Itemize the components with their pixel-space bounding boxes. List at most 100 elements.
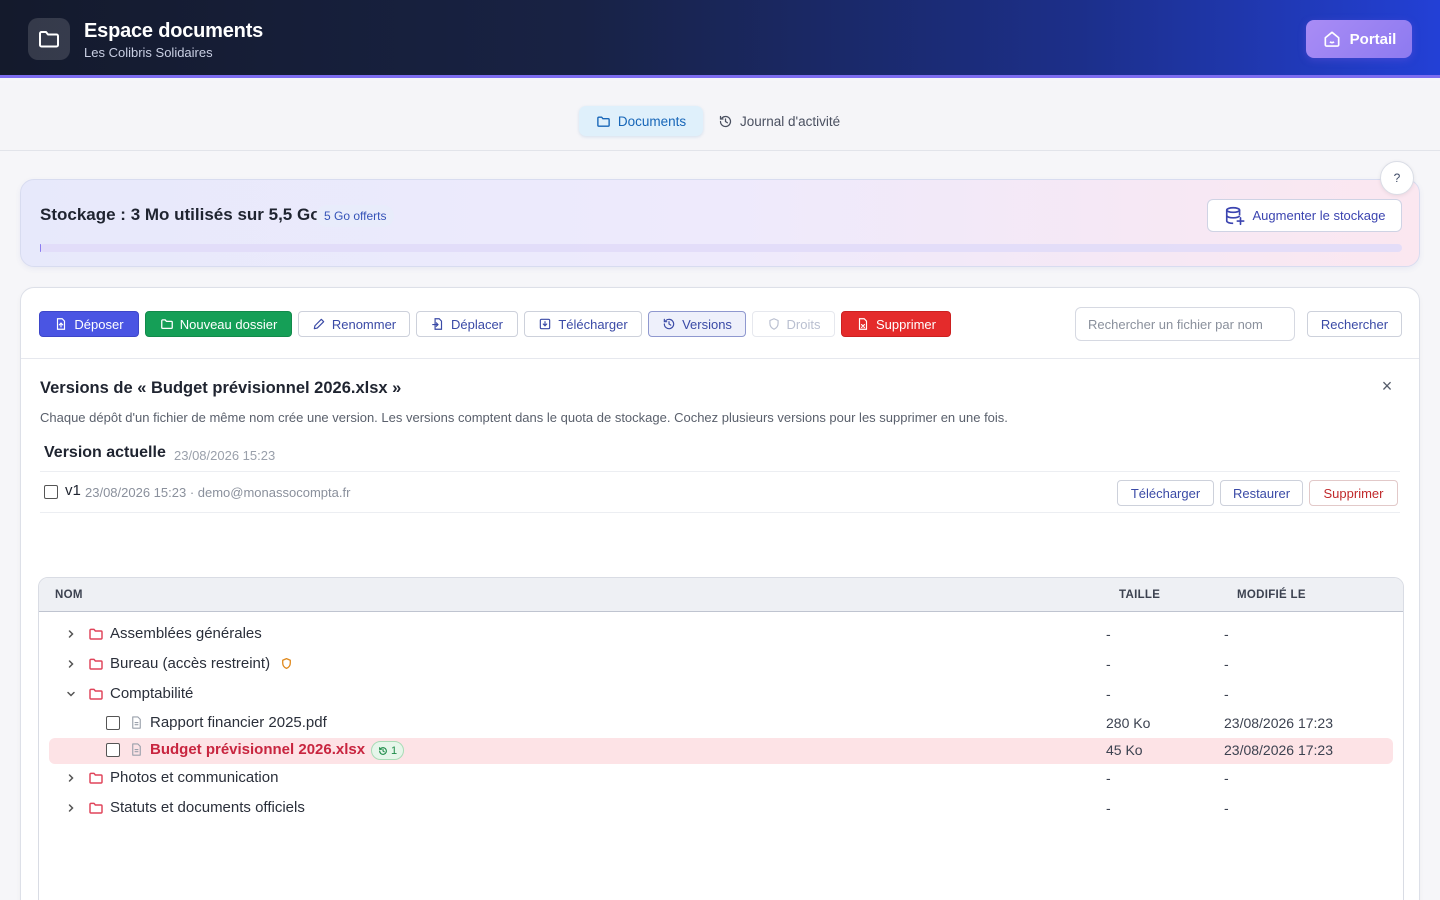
column-modified-header[interactable]: MODIFIÉ LE xyxy=(1237,589,1306,601)
folder-name[interactable]: Bureau (accès restreint) xyxy=(110,655,270,672)
search-button[interactable]: Rechercher xyxy=(1307,311,1402,337)
tab-documents-label: Documents xyxy=(617,113,687,129)
size-cell: 45 Ko xyxy=(1106,742,1143,758)
file-name[interactable]: Rapport financier 2025.pdf xyxy=(150,714,327,731)
file-checkbox[interactable] xyxy=(106,716,120,730)
table-row[interactable]: Photos et communication - - xyxy=(49,766,1393,792)
move-file-icon xyxy=(432,318,443,330)
storage-card: Stockage : 3 Mo utilisés sur 5,5 Go 5 Go… xyxy=(20,179,1420,267)
history-icon xyxy=(719,115,732,127)
modified-cell: - xyxy=(1224,656,1229,672)
size-cell: - xyxy=(1106,770,1111,786)
version-count-badge[interactable]: 1 xyxy=(371,741,405,760)
size-cell: - xyxy=(1106,800,1111,816)
file-icon xyxy=(132,743,141,756)
folder-icon xyxy=(28,18,70,60)
modified-cell: - xyxy=(1224,800,1229,816)
help-button[interactable]: ? xyxy=(1380,161,1414,195)
file-icon xyxy=(132,716,141,729)
version-meta: 23/08/2026 15:23 · demo@monassocompta.fr xyxy=(85,485,351,500)
table-header: NOM TAILLE MODIFIÉ LE xyxy=(39,578,1403,612)
table-row-selected[interactable]: Budget prévisionnel 2026.xlsx 1 45 Ko 23… xyxy=(49,738,1393,764)
database-plus-icon xyxy=(1225,206,1245,225)
tab-documents[interactable]: Documents xyxy=(579,106,703,136)
size-cell: - xyxy=(1106,626,1111,642)
move-button[interactable]: Déplacer xyxy=(416,311,518,337)
version-restore-button[interactable]: Restaurer xyxy=(1220,480,1303,506)
versions-button[interactable]: Versions xyxy=(648,311,746,337)
version-delete-button[interactable]: Supprimer xyxy=(1309,480,1398,506)
toolbar: Déposer Nouveau dossier Renommer Déplace… xyxy=(21,288,1419,359)
current-version-date: 23/08/2026 15:23 xyxy=(174,448,276,463)
folder-icon xyxy=(89,772,103,784)
permissions-label: Droits xyxy=(786,316,821,332)
storage-progress-bar xyxy=(40,244,1402,252)
folder-icon xyxy=(89,628,103,640)
table-row[interactable]: Assemblées générales - - xyxy=(49,622,1393,648)
delete-file-icon xyxy=(858,318,868,330)
modified-cell: - xyxy=(1224,770,1229,786)
file-checkbox[interactable] xyxy=(106,743,120,757)
history-icon xyxy=(663,318,675,330)
current-version-label: Version actuelle xyxy=(44,444,166,461)
size-cell: - xyxy=(1106,656,1111,672)
upload-label: Déposer xyxy=(74,316,124,332)
column-size-header[interactable]: TAILLE xyxy=(1119,589,1160,601)
file-table: NOM TAILLE MODIFIÉ LE Assemblées général… xyxy=(38,577,1404,900)
restricted-shield-icon xyxy=(282,657,291,670)
versions-description: Chaque dépôt d'un fichier de même nom cr… xyxy=(40,410,1008,425)
download-label: Télécharger xyxy=(558,316,628,332)
portal-label: Portail xyxy=(1349,30,1397,48)
delete-label: Supprimer xyxy=(876,316,936,332)
size-cell: 280 Ko xyxy=(1106,715,1151,731)
version-checkbox[interactable] xyxy=(44,485,58,499)
rename-button[interactable]: Renommer xyxy=(298,311,410,337)
app-title: Espace documents xyxy=(84,20,264,42)
modified-cell: - xyxy=(1224,686,1229,702)
modified-cell: - xyxy=(1224,626,1229,642)
folder-icon xyxy=(597,115,610,127)
version-download-button[interactable]: Télécharger xyxy=(1117,480,1214,506)
table-row[interactable]: Statuts et documents officiels - - xyxy=(49,796,1393,822)
chevron-right-icon[interactable] xyxy=(64,657,78,671)
folder-name[interactable]: Photos et communication xyxy=(110,769,278,786)
folder-plus-icon xyxy=(160,319,173,330)
download-button[interactable]: Télécharger xyxy=(524,311,642,337)
move-label: Déplacer xyxy=(450,316,504,332)
close-versions-button[interactable]: × xyxy=(1377,376,1397,396)
home-icon xyxy=(1324,31,1340,47)
rename-label: Renommer xyxy=(331,316,397,332)
chevron-right-icon[interactable] xyxy=(64,627,78,641)
pencil-icon xyxy=(313,318,325,330)
version-number: v1 xyxy=(65,482,81,499)
tab-bar: Documents Journal d'activité xyxy=(0,81,1440,151)
history-icon xyxy=(379,746,387,755)
organization-name: Les Colibris Solidaires xyxy=(84,45,213,60)
folder-name[interactable]: Assemblées générales xyxy=(110,625,262,642)
modified-cell: 23/08/2026 17:23 xyxy=(1224,742,1333,758)
tab-activity-log-label: Journal d'activité xyxy=(740,113,841,129)
upload-button[interactable]: Déposer xyxy=(39,311,139,337)
folder-name[interactable]: Comptabilité xyxy=(110,685,193,702)
chevron-down-icon[interactable] xyxy=(64,687,78,701)
portal-button[interactable]: Portail xyxy=(1306,20,1412,58)
version-row: v1 23/08/2026 15:23 · demo@monassocompta… xyxy=(40,471,1400,513)
table-row[interactable]: Bureau (accès restreint) - - xyxy=(49,652,1393,678)
tab-activity-log[interactable]: Journal d'activité xyxy=(718,106,858,136)
new-folder-label: Nouveau dossier xyxy=(179,316,278,332)
permissions-button[interactable]: Droits xyxy=(752,311,835,337)
new-folder-button[interactable]: Nouveau dossier xyxy=(145,311,292,337)
file-search-input[interactable] xyxy=(1075,307,1295,341)
delete-button[interactable]: Supprimer xyxy=(841,311,951,337)
increase-storage-button[interactable]: Augmenter le stockage xyxy=(1207,199,1402,232)
table-row[interactable]: Comptabilité - - xyxy=(49,682,1393,708)
chevron-right-icon[interactable] xyxy=(64,801,78,815)
folder-icon xyxy=(89,688,103,700)
column-name-header[interactable]: NOM xyxy=(55,589,83,601)
increase-storage-label: Augmenter le stockage xyxy=(1252,208,1386,223)
folder-name[interactable]: Statuts et documents officiels xyxy=(110,799,305,816)
file-name[interactable]: Budget prévisionnel 2026.xlsx xyxy=(150,741,365,758)
download-icon xyxy=(540,318,551,330)
chevron-right-icon[interactable] xyxy=(64,771,78,785)
table-row[interactable]: Rapport financier 2025.pdf 280 Ko 23/08/… xyxy=(49,711,1393,737)
